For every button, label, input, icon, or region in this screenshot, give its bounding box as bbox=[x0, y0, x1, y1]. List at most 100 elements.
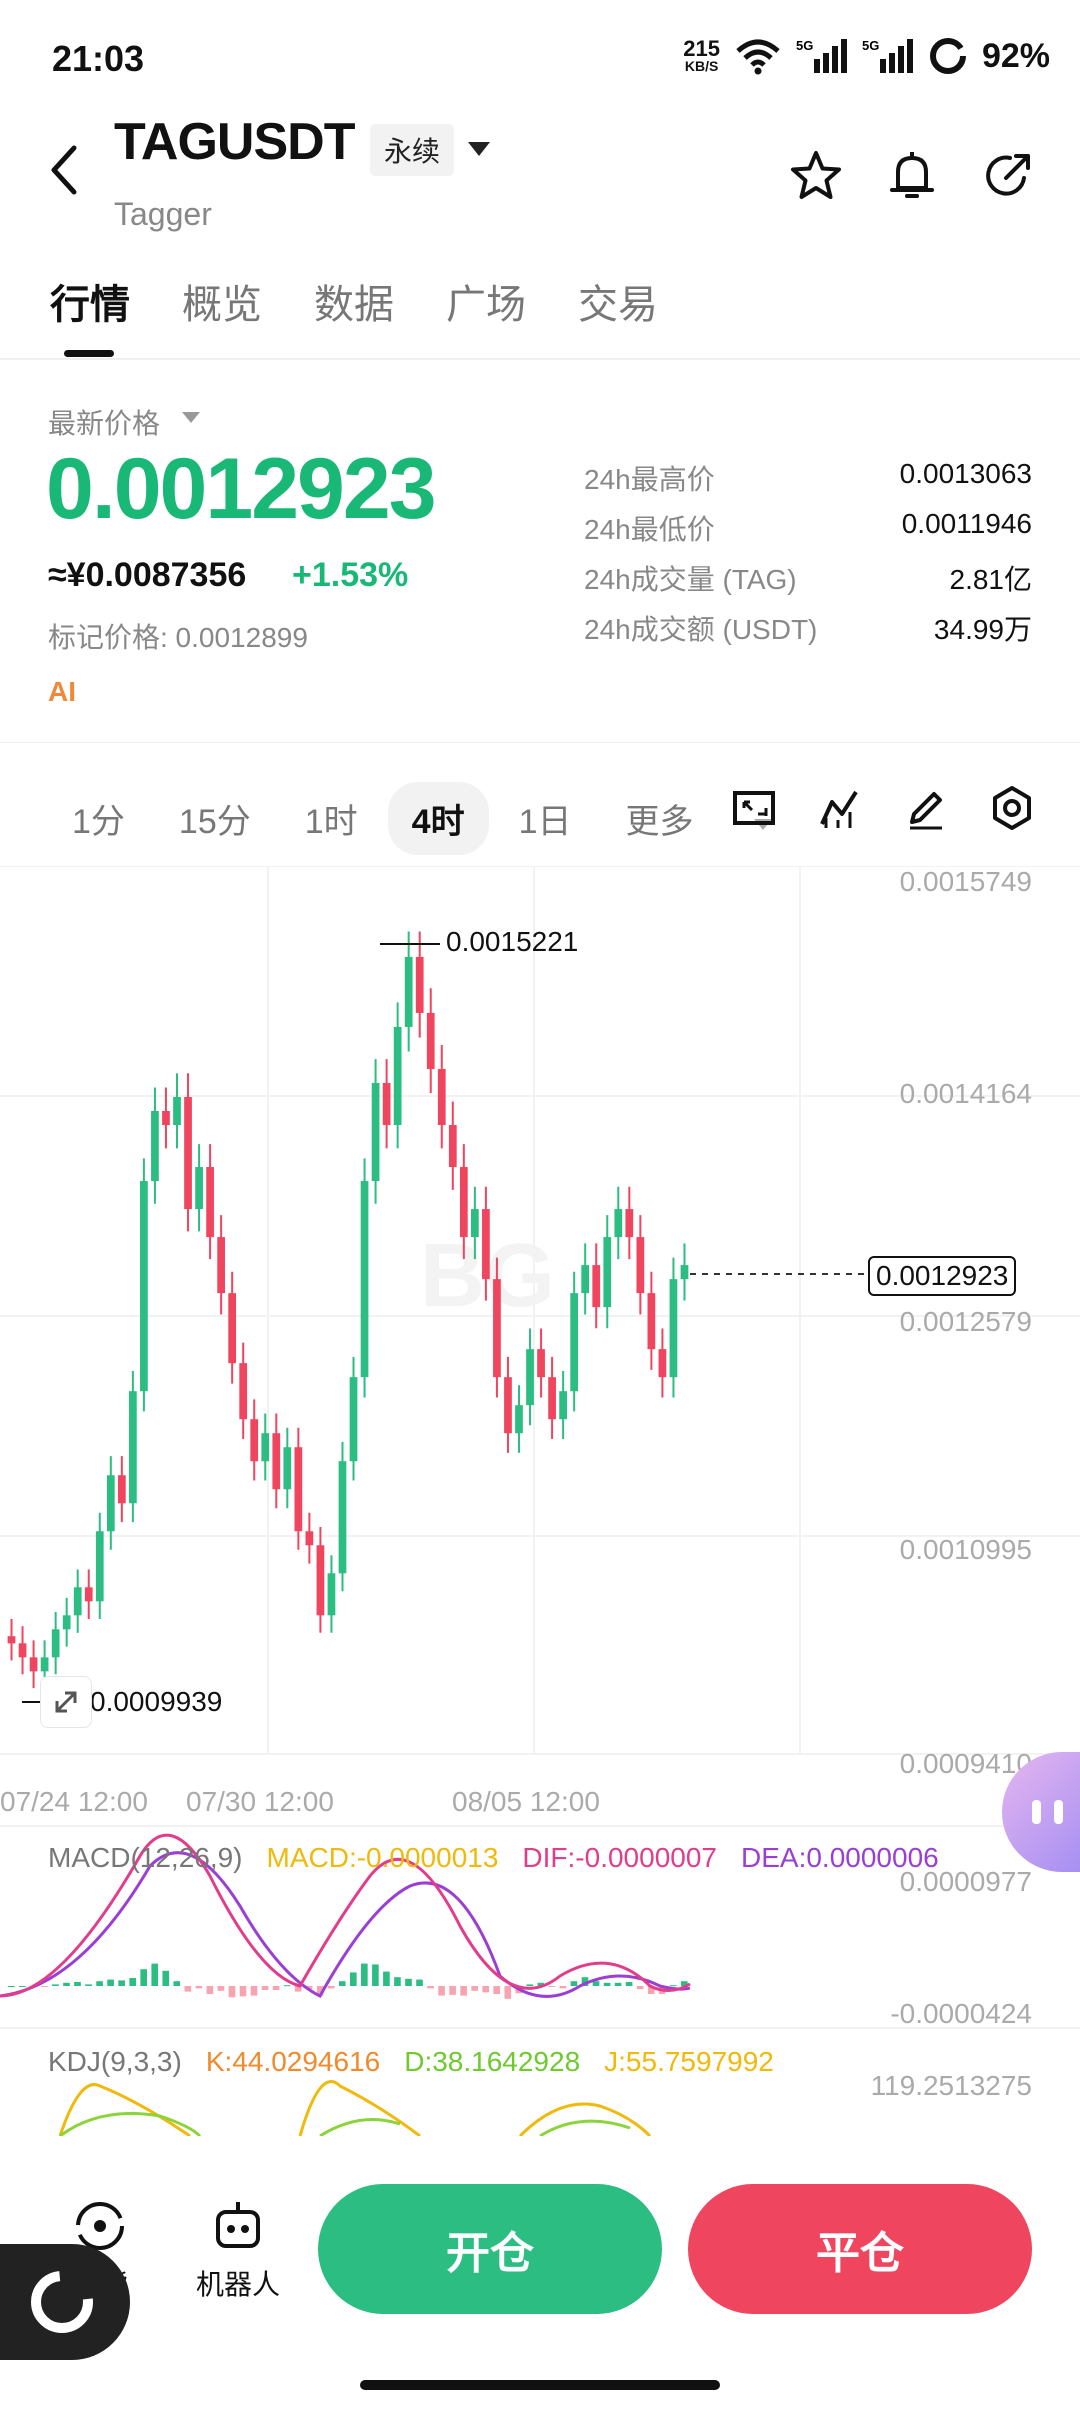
candle-body bbox=[162, 1111, 170, 1126]
macd-bar bbox=[41, 1986, 48, 1987]
macd-bar bbox=[129, 1978, 136, 1986]
macd-bar bbox=[416, 1979, 423, 1986]
tab-square[interactable]: 广场 bbox=[446, 272, 526, 330]
network-speed: 215 KB/S bbox=[683, 35, 720, 74]
active-tab-indicator bbox=[64, 350, 114, 357]
candle-body bbox=[261, 1433, 270, 1462]
pair-title[interactable]: TAGUSDT bbox=[114, 112, 355, 172]
back-icon[interactable] bbox=[42, 140, 86, 200]
ai-button[interactable]: AI bbox=[48, 676, 76, 708]
close-position-button[interactable]: 平仓 bbox=[688, 2184, 1032, 2314]
macd-bar bbox=[625, 1982, 633, 1986]
tab-overview[interactable]: 概览 bbox=[182, 272, 262, 330]
star-icon[interactable] bbox=[788, 148, 844, 204]
candle-body bbox=[294, 1447, 303, 1532]
macd-bar bbox=[548, 1986, 556, 1987]
candle-body bbox=[62, 1615, 71, 1630]
macd-bar bbox=[361, 1963, 368, 1986]
macd-bar bbox=[669, 1985, 677, 1987]
candle-body bbox=[228, 1293, 237, 1364]
dea-line bbox=[0, 1851, 691, 1998]
tab-market[interactable]: 行情 bbox=[50, 272, 130, 330]
draw-pen-icon[interactable] bbox=[902, 784, 950, 832]
assistant-bubble[interactable] bbox=[1002, 1752, 1080, 1872]
macd-bar bbox=[570, 1981, 578, 1986]
candle-body bbox=[658, 1349, 667, 1378]
macd-bar bbox=[63, 1982, 70, 1986]
open-position-button[interactable]: 开仓 bbox=[318, 2184, 662, 2314]
kdj-top-tick: 119.2513275 bbox=[870, 2070, 1032, 2101]
y-tick-1: 0.0015749 bbox=[899, 866, 1032, 897]
kdj-legend[interactable]: KDJ(9,3,3) K:44.0294616 D:38.1642928 J:5… bbox=[48, 2046, 774, 2078]
candle-body bbox=[316, 1545, 325, 1616]
macd-bar bbox=[206, 1986, 214, 1994]
y-tick-3: 0.0012579 bbox=[899, 1306, 1032, 1337]
interval-1m[interactable]: 1分 bbox=[72, 794, 125, 843]
contract-type-badge[interactable]: 永续 bbox=[370, 124, 455, 176]
candle-body bbox=[327, 1573, 336, 1616]
bot-nav[interactable]: 机器人 bbox=[188, 2196, 288, 2303]
status-time: 21:03 bbox=[52, 38, 145, 79]
chevron-down-icon[interactable] bbox=[468, 142, 490, 156]
share-icon[interactable] bbox=[980, 148, 1036, 204]
tab-trade[interactable]: 交易 bbox=[578, 272, 658, 330]
macd-bar bbox=[19, 1986, 26, 1987]
macd-bar bbox=[8, 1986, 15, 1987]
kline-chart[interactable]: BG bbox=[0, 866, 1080, 2136]
home-indicator[interactable] bbox=[360, 2380, 720, 2390]
chevron-down-icon[interactable] bbox=[182, 412, 200, 423]
macd-histogram bbox=[8, 1963, 688, 1999]
macd-bar bbox=[173, 1981, 181, 1986]
stat-24h-turnover: 24h成交额 (USDT) 34.99万 bbox=[584, 614, 1032, 645]
macd-legend[interactable]: MACD(12,26,9) MACD:-0.0000013 DIF:-0.000… bbox=[48, 1842, 939, 1874]
macd-bar bbox=[261, 1986, 269, 1990]
macd-bar bbox=[250, 1986, 258, 1996]
chart-low-label: 0.0009939 bbox=[90, 1686, 223, 1717]
candle-body bbox=[426, 1012, 435, 1069]
macd-bar bbox=[217, 1986, 225, 1991]
candle-body bbox=[217, 1237, 225, 1294]
candle-body bbox=[18, 1643, 27, 1658]
macd-bar bbox=[118, 1980, 125, 1986]
tab-data[interactable]: 数据 bbox=[314, 272, 394, 330]
macd-bar bbox=[162, 1970, 170, 1986]
main-tabs: 行情 概览 数据 广场 交易 bbox=[50, 272, 658, 330]
bell-icon[interactable] bbox=[884, 148, 940, 204]
chart-high-label: 0.0015221 bbox=[446, 926, 579, 957]
interval-1h[interactable]: 1时 bbox=[305, 794, 358, 843]
kdj-j-line bbox=[58, 2080, 652, 2136]
interval-4h[interactable]: 4时 bbox=[387, 782, 489, 855]
candle-body bbox=[7, 1636, 16, 1644]
candle-body bbox=[537, 1349, 545, 1378]
candle-body bbox=[305, 1531, 314, 1546]
floating-app-button[interactable] bbox=[0, 2244, 130, 2360]
candle-body bbox=[526, 1349, 534, 1406]
candle-body bbox=[570, 1293, 579, 1392]
indicator-icon[interactable] bbox=[816, 784, 864, 832]
interval-selector: 1分 15分 1时 4时 1日 更多 bbox=[72, 782, 826, 855]
last-price-label[interactable]: 最新价格 bbox=[48, 402, 160, 442]
settings-icon[interactable] bbox=[988, 784, 1036, 832]
wifi-icon bbox=[736, 39, 780, 75]
fullscreen-chart-icon[interactable] bbox=[730, 784, 778, 832]
interval-15m[interactable]: 15分 bbox=[179, 794, 251, 843]
macd-bar bbox=[559, 1986, 567, 1989]
candle-body bbox=[603, 1237, 612, 1308]
macd-bar bbox=[283, 1985, 291, 1987]
macd-bar bbox=[460, 1986, 467, 1996]
macd-bottom-tick: -0.0000424 bbox=[890, 1998, 1032, 2029]
candle-body bbox=[95, 1531, 104, 1602]
dif-value: DIF:-0.0000007 bbox=[522, 1842, 717, 1873]
expand-icon[interactable] bbox=[40, 1676, 92, 1728]
macd-bar bbox=[449, 1986, 456, 1995]
tabs-divider bbox=[0, 358, 1080, 360]
price-change: +1.53% bbox=[292, 556, 409, 594]
macd-bar bbox=[405, 1978, 412, 1986]
candle-body bbox=[206, 1167, 214, 1238]
kdj-k-value: K:44.0294616 bbox=[205, 2046, 381, 2077]
candle-body bbox=[404, 956, 413, 1027]
candle-body bbox=[29, 1657, 38, 1672]
macd-bar bbox=[526, 1984, 534, 1986]
macd-value: MACD:-0.0000013 bbox=[266, 1842, 499, 1873]
interval-1d[interactable]: 1日 bbox=[519, 794, 572, 843]
